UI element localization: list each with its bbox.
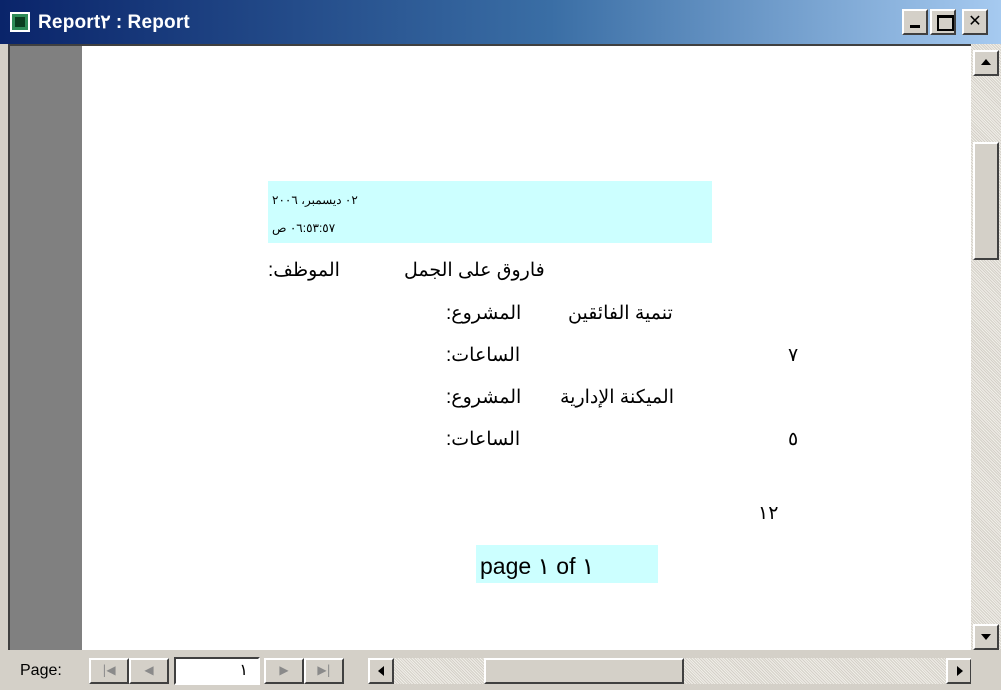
horizontal-scroll-thumb[interactable] (484, 658, 684, 684)
prev-page-icon: ◀ (144, 663, 154, 677)
horizontal-scrollbar[interactable] (368, 658, 972, 684)
maximize-button[interactable] (930, 9, 956, 35)
first-page-button[interactable]: |◀ (89, 658, 129, 684)
scroll-right-icon[interactable] (946, 658, 972, 684)
page-footer-box: page ١ of ١ (476, 545, 658, 583)
total-hours: ١٢ (758, 503, 779, 524)
hours-label: الساعات: (446, 345, 521, 366)
report-time: ٠٦:٥٣:٥٧ ص (272, 221, 336, 235)
report-window: Report٢ : Report ✕ ٠٢ ديسمبر، ٢٠٠٦ ٠٦:٥٣… (0, 0, 1001, 690)
hours-label: الساعات: (446, 429, 521, 450)
employee-name: فاروق على الجمل (404, 260, 545, 281)
size-grip[interactable] (971, 650, 1001, 690)
vertical-scroll-thumb[interactable] (973, 142, 999, 260)
hours-value: ٥ (788, 429, 799, 450)
scroll-up-icon[interactable] (973, 50, 999, 76)
minimize-button[interactable] (902, 9, 928, 35)
vertical-scrollbar[interactable] (971, 44, 1001, 652)
report-date: ٠٢ ديسمبر، ٢٠٠٦ (272, 193, 358, 207)
navigation-bar: Page: |◀ ◀ ١ ▶ ▶| (0, 650, 1001, 690)
date-time-box: ٠٢ ديسمبر، ٢٠٠٦ ٠٦:٥٣:٥٧ ص (268, 181, 712, 243)
scroll-down-icon[interactable] (973, 624, 999, 650)
page-footer: page ١ of ١ (480, 553, 595, 579)
last-page-icon: ▶| (317, 663, 331, 677)
title-bar[interactable]: Report٢ : Report ✕ (0, 0, 1001, 44)
next-page-icon: ▶ (279, 663, 289, 677)
next-page-button[interactable]: ▶ (264, 658, 304, 684)
project-name: تنمية الفائقين (568, 303, 673, 324)
prev-page-button[interactable]: ◀ (129, 658, 169, 684)
project-label: المشروع: (446, 387, 522, 408)
project-label: المشروع: (446, 303, 522, 324)
close-button[interactable]: ✕ (962, 9, 988, 35)
employee-label: الموظف: (268, 260, 340, 281)
page-label: Page: (20, 662, 62, 679)
page-number-input[interactable]: ١ (174, 657, 260, 685)
window-title: Report٢ : Report (38, 12, 190, 33)
hours-value: ٧ (788, 345, 799, 366)
last-page-button[interactable]: ▶| (304, 658, 344, 684)
first-page-icon: |◀ (102, 663, 116, 677)
project-name: الميكنة الإدارية (560, 387, 674, 408)
report-page: ٠٢ ديسمبر، ٢٠٠٦ ٠٦:٥٣:٥٧ ص الموظف: فاروق… (82, 46, 973, 652)
report-preview-area: ٠٢ ديسمبر، ٢٠٠٦ ٠٦:٥٣:٥٧ ص الموظف: فاروق… (8, 44, 973, 652)
report-app-icon[interactable] (10, 12, 30, 32)
scroll-left-icon[interactable] (368, 658, 394, 684)
